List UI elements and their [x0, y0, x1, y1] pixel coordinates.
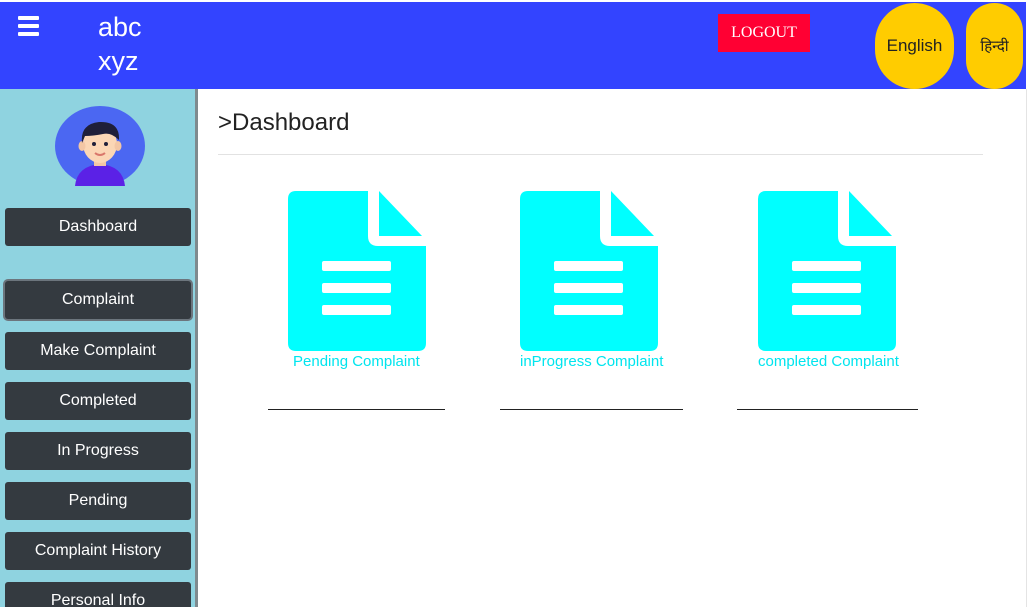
inprogress-complaint-link[interactable]: inProgress Complaint	[520, 353, 663, 370]
hamburger-menu-icon[interactable]	[18, 16, 40, 36]
page-scrollbar-edge	[1026, 89, 1033, 607]
sidebar-item-dashboard[interactable]: Dashboard	[5, 208, 191, 246]
sidebar-item-personal-info[interactable]: Personal Info	[5, 582, 191, 607]
sidebar-item-completed[interactable]: Completed	[5, 382, 191, 420]
top-navbar: abc xyz LOGOUT English हिन्दी	[0, 2, 1026, 89]
logout-button[interactable]: LOGOUT	[718, 14, 810, 52]
sidebar-item-pending[interactable]: Pending	[5, 482, 191, 520]
user-avatar-icon	[55, 106, 145, 186]
brand-logo-text: abc xyz	[98, 10, 142, 78]
sidebar-item-in-progress[interactable]: In Progress	[5, 432, 191, 470]
language-hindi-button[interactable]: हिन्दी	[966, 3, 1023, 89]
page-title: >Dashboard	[218, 109, 350, 136]
brand-line-2: xyz	[98, 46, 139, 76]
sidebar-item-complaint-history[interactable]: Complaint History	[5, 532, 191, 570]
card-underline	[737, 409, 918, 410]
pending-complaint-link[interactable]: Pending Complaint	[293, 353, 420, 370]
document-icon	[758, 191, 896, 351]
completed-complaint-link[interactable]: completed Complaint	[758, 353, 899, 370]
language-english-button[interactable]: English	[875, 3, 954, 89]
document-icon	[288, 191, 426, 351]
card-underline	[500, 409, 683, 410]
document-icon	[520, 191, 658, 351]
sidebar-item-complaint[interactable]: Complaint	[5, 281, 191, 319]
sidebar-item-make-complaint[interactable]: Make Complaint	[5, 332, 191, 370]
brand-line-1: abc	[98, 12, 142, 42]
card-underline	[268, 409, 445, 410]
sidebar: Dashboard Complaint Make Complaint Compl…	[0, 89, 198, 607]
title-divider	[218, 154, 983, 155]
